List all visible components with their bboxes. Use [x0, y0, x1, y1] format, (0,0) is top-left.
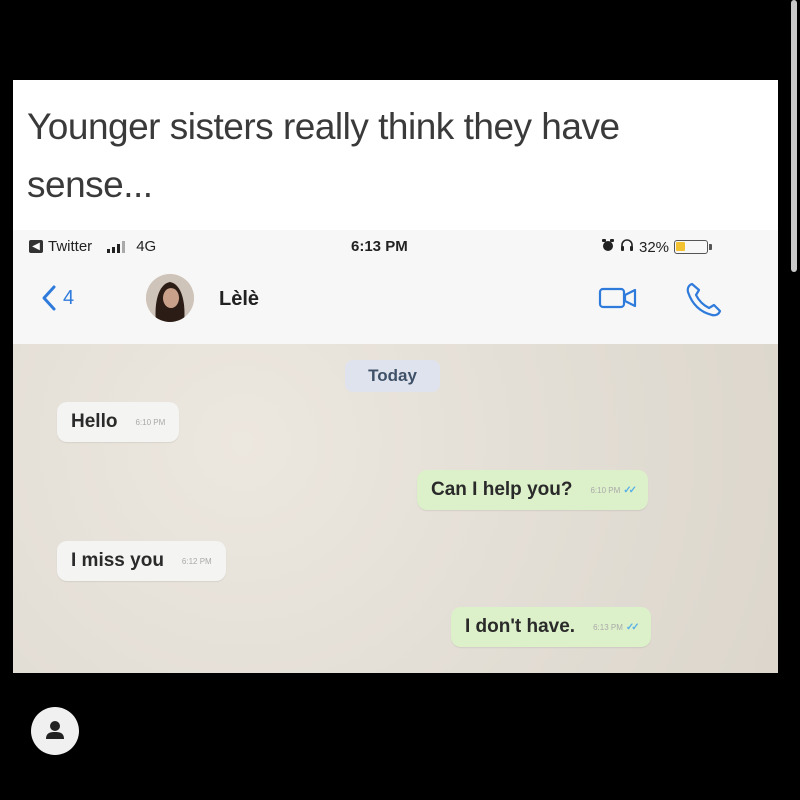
- battery-percent: 32%: [639, 238, 670, 256]
- back-to-app-icon[interactable]: ◀: [29, 240, 43, 253]
- video-call-button[interactable]: [598, 286, 638, 315]
- meme-post: Younger sisters really think they have s…: [13, 80, 778, 673]
- video-camera-icon: [598, 287, 637, 309]
- read-ticks-icon: ✓✓: [625, 621, 640, 633]
- scrollbar[interactable]: [791, 0, 797, 272]
- date-separator: Today: [345, 360, 440, 392]
- voice-call-button[interactable]: [684, 280, 724, 323]
- message-text: Hello: [71, 411, 118, 432]
- chevron-left-icon: [42, 285, 56, 311]
- chat-header: 4 Lèlè: [13, 264, 778, 344]
- user-icon[interactable]: [31, 707, 79, 755]
- network-type: 4G: [136, 238, 157, 255]
- message-bubble-incoming[interactable]: Hello 6:10 PM: [57, 402, 180, 442]
- signal-bars-icon: [107, 240, 126, 253]
- post-caption: Younger sisters really think they have s…: [27, 98, 767, 214]
- message-time: 6:10 PM: [590, 485, 621, 495]
- status-time: 6:13 PM: [351, 238, 408, 255]
- message-bubble-outgoing[interactable]: Can I help you? 6:10 PM ✓✓: [417, 470, 649, 510]
- message-bubble-outgoing[interactable]: I don't have. 6:13 PM ✓✓: [451, 607, 651, 647]
- contact-name[interactable]: Lèlè: [219, 288, 259, 311]
- message-time: 6:13 PM: [593, 622, 623, 632]
- headphones-icon: [620, 238, 634, 256]
- alarm-icon: [601, 238, 615, 256]
- message-text: I miss you: [71, 550, 164, 571]
- back-button[interactable]: 4: [41, 282, 74, 314]
- message-time: 6:12 PM: [181, 556, 212, 566]
- message-time: 6:10 PM: [135, 417, 166, 427]
- status-right: 32%: [601, 238, 713, 256]
- caption-line-2: sense...: [27, 164, 153, 205]
- message-text: I don't have.: [465, 616, 576, 637]
- chat-screenshot: ◀ Twitter 4G 6:13 PM 32% 4 Lèlè Today He…: [13, 230, 778, 673]
- contact-avatar[interactable]: [146, 274, 194, 322]
- unread-count: 4: [63, 286, 75, 309]
- post-footer: [0, 673, 800, 800]
- battery-icon: [674, 240, 713, 254]
- message-bubble-incoming[interactable]: I miss you 6:12 PM: [57, 541, 226, 581]
- caption-line-1: Younger sisters really think they have: [27, 106, 620, 147]
- back-to-app-label[interactable]: Twitter: [48, 238, 92, 255]
- status-bar: ◀ Twitter 4G 6:13 PM 32%: [13, 230, 778, 264]
- chat-messages-area[interactable]: Today Hello 6:10 PM Can I help you? 6:10…: [13, 344, 778, 673]
- read-ticks-icon: ✓✓: [623, 484, 637, 496]
- message-text: Can I help you?: [431, 479, 573, 500]
- phone-icon: [686, 282, 722, 317]
- status-left: ◀ Twitter 4G: [29, 238, 156, 255]
